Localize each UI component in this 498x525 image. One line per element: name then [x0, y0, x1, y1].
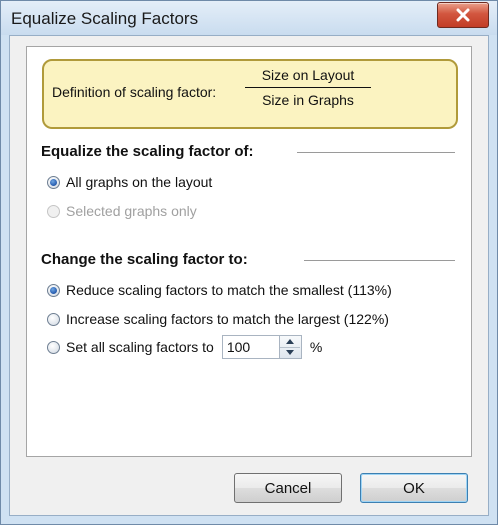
radio-selected-graphs: Selected graphs only	[47, 203, 197, 219]
window-title: Equalize Scaling Factors	[11, 9, 199, 28]
ok-button[interactable]: OK	[360, 473, 468, 503]
close-button[interactable]	[437, 2, 489, 28]
radio-all-graphs-button[interactable]	[47, 175, 60, 189]
equalize-heading: Equalize the scaling factor of:	[41, 143, 260, 160]
radio-reduce[interactable]: Reduce scaling factors to match the smal…	[47, 282, 392, 298]
radio-increase-label: Increase scaling factors to match the la…	[66, 311, 389, 327]
radio-selected-graphs-button	[47, 204, 60, 218]
close-x-icon	[456, 8, 470, 22]
spin-down-button[interactable]	[280, 347, 300, 358]
scaling-value-input[interactable]	[221, 335, 280, 359]
radio-set-all-button[interactable]	[47, 340, 60, 354]
triangle-up-icon	[285, 339, 294, 344]
scaling-fraction: Size on Layout Size in Graphs	[243, 67, 373, 108]
options-panel: Definition of scaling factor: Size on La…	[26, 46, 472, 457]
scaling-value-spinner[interactable]	[279, 335, 302, 359]
radio-all-graphs-label: All graphs on the layout	[66, 174, 213, 190]
definition-box: Definition of scaling factor: Size on La…	[42, 59, 458, 129]
radio-reduce-button[interactable]	[47, 283, 60, 297]
fraction-denominator: Size in Graphs	[262, 92, 354, 108]
dialog-window: Equalize Scaling Factors Definition of s…	[0, 0, 498, 525]
equalize-divider	[297, 152, 455, 153]
title-bar[interactable]: Equalize Scaling Factors	[1, 1, 497, 35]
radio-increase[interactable]: Increase scaling factors to match the la…	[47, 311, 389, 327]
change-divider	[304, 260, 455, 261]
radio-set-all[interactable]: Set all scaling factors to %	[47, 335, 322, 359]
radio-set-all-label: Set all scaling factors to	[66, 339, 214, 355]
dialog-body: Definition of scaling factor: Size on La…	[9, 35, 489, 516]
definition-label: Definition of scaling factor:	[52, 84, 217, 100]
radio-reduce-label: Reduce scaling factors to match the smal…	[66, 282, 392, 298]
change-heading: Change the scaling factor to:	[41, 251, 254, 268]
percent-sign: %	[309, 339, 323, 355]
fraction-numerator: Size on Layout	[261, 67, 355, 83]
radio-increase-button[interactable]	[47, 312, 60, 326]
radio-all-graphs[interactable]: All graphs on the layout	[47, 174, 212, 190]
triangle-down-icon	[285, 350, 294, 355]
cancel-button[interactable]: Cancel	[234, 473, 342, 503]
radio-selected-graphs-label: Selected graphs only	[66, 203, 197, 219]
